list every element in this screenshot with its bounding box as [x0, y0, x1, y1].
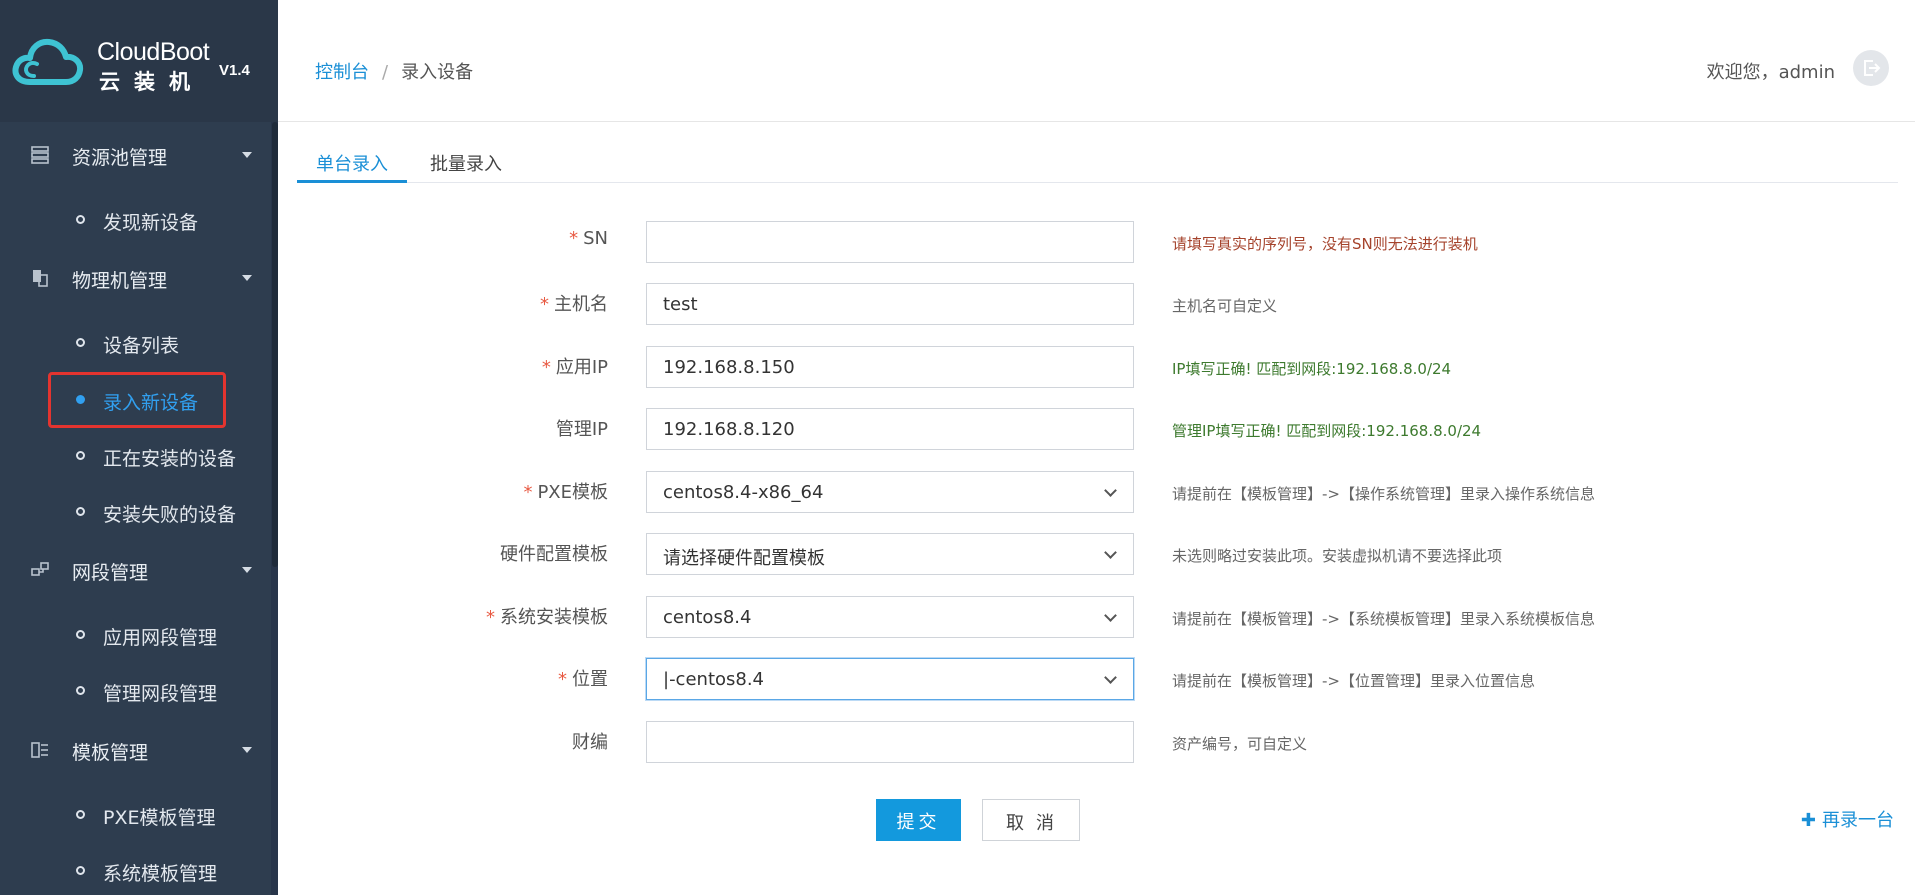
select-value: centos8.4 [663, 607, 752, 628]
app-title: CloudBoot [97, 38, 210, 66]
plus-icon: ✚ [1800, 810, 1816, 831]
hostname-input[interactable] [646, 283, 1134, 325]
bullet-icon [76, 810, 85, 819]
welcome-text: 欢迎您，admin [1706, 62, 1835, 83]
required-mark: * [486, 607, 495, 628]
field-label: 管理IP [555, 419, 608, 440]
breadcrumb-separator: / [382, 62, 389, 83]
field-hint: 资产编号，可自定义 [1172, 735, 1308, 753]
cloud-logo-icon [12, 38, 84, 85]
form-row-app-ip: *应用IP IP填写正确! 匹配到网段:192.168.8.0/24 [0, 346, 1915, 390]
select-value: |-centos8.4 [663, 669, 765, 690]
required-mark: * [569, 228, 579, 249]
form-row-hardware-template: 硬件配置模板 请选择硬件配置模板 未选则略过安装此项。安装虚拟机请不要选择此项 [0, 533, 1915, 577]
bullet-icon [76, 866, 85, 875]
bullet-icon [76, 451, 85, 460]
field-hint: 请提前在【模板管理】->【系统模板管理】里录入系统模板信息 [1172, 610, 1595, 628]
hardware-template-select[interactable]: 请选择硬件配置模板 [646, 533, 1134, 575]
sidebar-item-label: PXE模板管理 [103, 807, 216, 829]
server-icon [31, 146, 49, 164]
required-mark: * [558, 669, 567, 690]
breadcrumb: 控制台 / 录入设备 [315, 58, 473, 84]
field-label: * 主机名 [540, 294, 608, 315]
field-label: * PXE模板 [523, 482, 608, 503]
form-row-pxe-template: * PXE模板 centos8.4-x86_64 请提前在【模板管理】->【操作系… [0, 471, 1915, 515]
menu-group-label: 资源池管理 [72, 147, 168, 169]
field-hint: 请提前在【模板管理】->【操作系统管理】里录入操作系统信息 [1172, 485, 1595, 503]
field-hint: 请填写真实的序列号，没有SN则无法进行装机 [1172, 235, 1478, 253]
form-row-sn: * SN 请填写真实的序列号，没有SN则无法进行装机 [0, 221, 1915, 265]
location-select[interactable]: |-centos8.4 [646, 658, 1134, 700]
logout-button[interactable] [1853, 50, 1889, 86]
chevron-down-icon [1104, 609, 1117, 622]
sidebar-item-pxe-template[interactable]: PXE模板管理 [0, 793, 271, 837]
tab-single[interactable]: 单台录入 [316, 150, 388, 176]
menu-group-resource-pool[interactable]: 资源池管理 [0, 133, 271, 177]
breadcrumb-home-link[interactable]: 控制台 [315, 62, 369, 83]
field-hint: 未选则略过安装此项。安装虚拟机请不要选择此项 [1172, 547, 1503, 565]
header: 控制台 / 录入设备 欢迎您，admin [278, 0, 1915, 122]
app-ip-input[interactable] [646, 346, 1134, 388]
form-row-location: * 位置 |-centos8.4 请提前在【模板管理】->【位置管理】里录入位置信… [0, 658, 1915, 702]
sidebar-item-system-template[interactable]: 系统模板管理 [0, 849, 271, 893]
required-mark: * [540, 294, 549, 315]
pxe-template-select[interactable]: centos8.4-x86_64 [646, 471, 1134, 513]
tab-bar: 单台录入 批量录入 [297, 136, 1898, 183]
field-hint: IP填写正确! 匹配到网段:192.168.8.0/24 [1172, 360, 1452, 378]
add-another-label: 再录一台 [1822, 810, 1894, 831]
add-another-link[interactable]: ✚ 再录一台 [1801, 806, 1894, 832]
field-hint: 主机名可自定义 [1172, 297, 1278, 315]
cancel-button[interactable]: 取消 [982, 799, 1080, 841]
field-label: * SN [569, 228, 608, 249]
field-label: * 位置 [558, 669, 608, 690]
asset-number-input[interactable] [646, 721, 1134, 763]
field-label: 财编 [572, 732, 608, 753]
chevron-down-icon [1104, 546, 1117, 559]
tab-batch[interactable]: 批量录入 [430, 150, 502, 176]
field-label: * 应用IP [541, 357, 608, 378]
required-mark: * [523, 482, 533, 503]
logo: CloudBoot 云装机 V1.4 [0, 0, 278, 122]
system-template-select[interactable]: centos8.4 [646, 596, 1134, 638]
required-mark: * [541, 357, 551, 378]
form-row-mgmt-ip: 管理IP 管理IP填写正确! 匹配到网段:192.168.8.0/24 [0, 408, 1915, 452]
form-row-asset-number: 财编 资产编号，可自定义 [0, 721, 1915, 765]
field-hint: 管理IP填写正确! 匹配到网段:192.168.8.0/24 [1172, 422, 1482, 440]
form-row-hostname: *主机名 主机名可自定义 [0, 283, 1915, 327]
field-label: 硬件配置模板 [500, 544, 608, 565]
sidebar-item-label: 系统模板管理 [103, 863, 218, 885]
tab-active-indicator [297, 180, 407, 183]
chevron-down-icon [1104, 671, 1117, 684]
app-version: V1.4 [219, 62, 250, 79]
breadcrumb-current: 录入设备 [401, 62, 474, 83]
caret-down-icon [242, 152, 252, 158]
field-label: * 系统安装模板 [486, 607, 608, 628]
logout-icon [1864, 60, 1881, 76]
form-row-system-template: * 系统安装模板 centos8.4 请提前在【模板管理】->【系统模板管理】里录… [0, 596, 1915, 640]
sn-input[interactable] [646, 221, 1134, 263]
submit-button[interactable]: 提交 [876, 799, 961, 841]
select-value: centos8.4-x86_64 [663, 482, 824, 503]
chevron-down-icon [1104, 484, 1117, 497]
caret-down-icon [242, 275, 252, 281]
select-value: 请选择硬件配置模板 [663, 548, 825, 569]
mgmt-ip-input[interactable] [646, 408, 1134, 450]
field-hint: 请提前在【模板管理】->【位置管理】里录入位置信息 [1172, 672, 1535, 690]
app-subtitle: 云装机 [99, 70, 204, 94]
